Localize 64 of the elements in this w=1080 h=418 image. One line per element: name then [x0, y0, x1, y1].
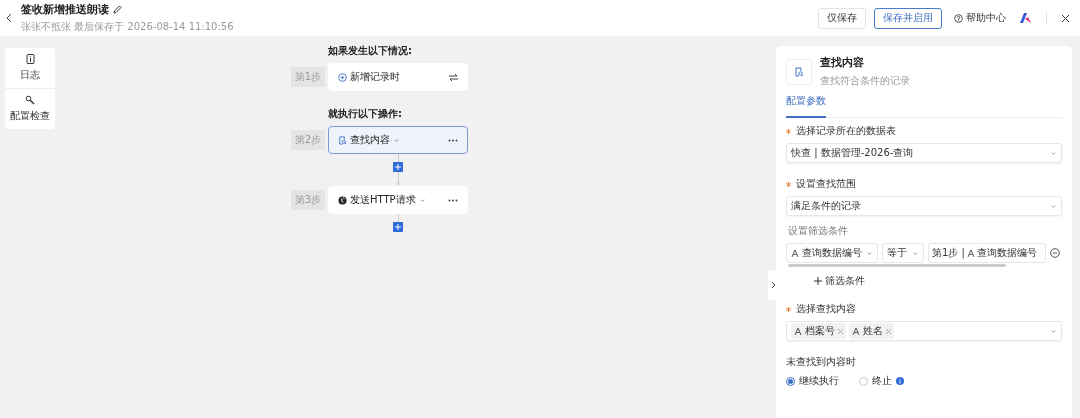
section-heading: 就执行以下操作:	[328, 107, 403, 121]
tab[interactable]: 配置参数	[786, 94, 826, 118]
text-type-icon	[791, 249, 799, 257]
radio-option[interactable]: 继续执行	[786, 374, 839, 388]
toolbar-item[interactable]: 配置检查	[5, 89, 55, 129]
value-field[interactable]: 第1步 | 查询数据编号	[928, 243, 1046, 263]
pencil-icon[interactable]	[113, 5, 122, 14]
document-search-icon	[794, 67, 804, 77]
step-number: 第1步	[291, 67, 325, 87]
back-icon[interactable]	[6, 13, 13, 23]
text-type-icon	[966, 249, 975, 257]
field-label: 设置查找范围	[796, 177, 856, 191]
chevron-down-icon	[912, 249, 919, 257]
switch-icon[interactable]	[449, 73, 458, 81]
chevron-down-icon	[418, 196, 426, 204]
save-enable-button[interactable]: 保存并启用	[874, 7, 942, 29]
more-icon[interactable]	[448, 198, 458, 202]
chevron-down-icon	[1050, 202, 1057, 210]
more-icon[interactable]	[448, 138, 458, 142]
chevron-down-icon	[1050, 327, 1057, 335]
text-type-icon	[852, 327, 860, 335]
text-type-icon	[794, 327, 802, 335]
section-heading: 如果发生以下情况:	[328, 44, 413, 58]
info-icon[interactable]	[896, 377, 904, 385]
help-link[interactable]: 帮助中心	[966, 11, 1006, 25]
step-number: 第3步	[291, 190, 325, 210]
field-label: 选择记录所在的数据表	[796, 124, 896, 138]
field-label: 设置筛选条件	[788, 224, 848, 238]
remove-circle-icon[interactable]	[1050, 248, 1060, 258]
select-field[interactable]: 快查 | 数据管理-2026-查询	[786, 143, 1062, 163]
select-field[interactable]: 满足条件的记录	[786, 196, 1062, 216]
step-number: 第2步	[291, 130, 325, 150]
step-node[interactable]: 新增记录时	[328, 63, 468, 91]
plus-icon	[814, 277, 822, 285]
field-select[interactable]: 查询数据编号	[786, 243, 878, 263]
add-step-button[interactable]	[393, 162, 403, 172]
panel-title: 查找内容	[820, 56, 865, 70]
help-icon	[954, 13, 963, 23]
plus-icon	[395, 164, 401, 170]
tag: 姓名	[849, 323, 894, 339]
chevron-down-icon	[1050, 149, 1057, 157]
chevron-down-icon	[393, 136, 400, 144]
plus-icon	[395, 224, 401, 230]
flow-title: 签收新增推送朗读	[21, 2, 109, 17]
tag: 档案号	[791, 323, 846, 339]
toolbar-item[interactable]: 日志	[5, 48, 55, 89]
save-button[interactable]: 仅保存	[818, 7, 866, 29]
step-node[interactable]: 发送HTTP请求	[328, 186, 468, 214]
logo-icon[interactable]	[1020, 13, 1032, 23]
field-label: 未查找到内容时	[786, 355, 856, 369]
close-icon[interactable]	[1061, 13, 1070, 23]
info-document-icon	[25, 54, 35, 64]
operator-select[interactable]: 等于	[882, 243, 924, 263]
save-info: 张张不抵张 最后保存于 2026-08-14 11:10:56	[21, 20, 235, 34]
document-search-icon	[338, 135, 347, 145]
step-node[interactable]: 查找内容	[328, 126, 468, 154]
panel-subtitle: 查找符合条件的记录	[820, 74, 910, 88]
chevron-right-icon	[770, 281, 776, 289]
field-label: 选择查找内容	[796, 302, 856, 316]
add-filter-button[interactable]: 筛选条件	[786, 274, 1062, 288]
chevron-down-icon	[866, 249, 873, 257]
plus-circle-icon	[338, 72, 347, 82]
add-step-button[interactable]	[393, 222, 403, 232]
radio-option[interactable]: 终止	[859, 374, 904, 388]
